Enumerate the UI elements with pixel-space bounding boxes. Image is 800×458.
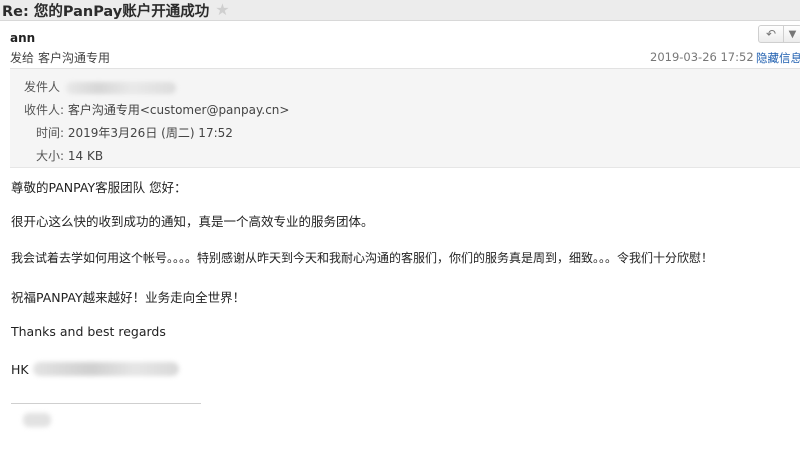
- to-label: 发给: [10, 51, 35, 65]
- body-paragraph-1: 很开心这么快的收到成功的通知，真是一个高效专业的服务团体。: [11, 214, 374, 229]
- email-date: 2019-03-26 17:52: [650, 50, 754, 64]
- sender-name[interactable]: ann: [10, 31, 35, 45]
- sender-header: ann 发给 客户沟通专用 ↶ ▼ 2019-03-26 17:52 隐藏信息: [0, 21, 800, 67]
- hide-info-link[interactable]: 隐藏信息: [756, 50, 800, 66]
- size-value: 14 KB: [67, 149, 104, 163]
- time-value: 2019年3月26日 (周二) 17:52: [67, 126, 233, 140]
- signature-divider: [11, 403, 201, 404]
- more-actions-button[interactable]: ▼: [784, 25, 800, 43]
- reply-icon: ↶: [765, 27, 777, 41]
- recipient-name[interactable]: 客户沟通专用: [38, 51, 110, 65]
- size-row: 大小: 14 KB: [36, 147, 103, 164]
- from-row: 发件人: [24, 78, 177, 95]
- time-label: 时间:: [36, 126, 65, 140]
- redacted-footer: [23, 413, 51, 427]
- time-row: 时间: 2019年3月26日 (周二) 17:52: [36, 124, 233, 141]
- chevron-down-icon: ▼: [788, 28, 797, 40]
- body-closing: Thanks and best regards: [11, 324, 166, 339]
- email-subject: Re: 您的PanPay账户开通成功: [2, 3, 210, 20]
- recipient-summary: 发给 客户沟通专用: [10, 49, 110, 66]
- to-detail-value[interactable]: 客户沟通专用<customer@panpay.cn>: [68, 103, 290, 117]
- reply-button[interactable]: ↶: [758, 25, 784, 43]
- subject-bar: Re: 您的PanPay账户开通成功 ★: [0, 0, 800, 21]
- size-label: 大小:: [36, 149, 65, 163]
- body-paragraph-3: 祝福PANPAY越来越好！业务走向全世界！: [11, 290, 246, 305]
- redacted-sender: [66, 81, 177, 94]
- from-label: 发件人: [24, 80, 61, 94]
- star-icon[interactable]: ★: [215, 2, 229, 18]
- to-row: 收件人: 客户沟通专用<customer@panpay.cn>: [24, 101, 289, 118]
- body-greeting: 尊敬的PANPAY客服团队 您好：: [11, 180, 187, 195]
- email-details-panel: 发件人 收件人: 客户沟通专用<customer@panpay.cn> 时间: …: [10, 68, 800, 168]
- redacted-signature: [33, 362, 179, 376]
- body-paragraph-2: 我会试着去学如何用这个帐号。。。。特别感谢从昨天到今天和我耐心沟通的客服们，你们…: [11, 251, 714, 265]
- to-detail-label: 收件人:: [24, 103, 65, 117]
- signature-prefix: HK: [11, 362, 29, 377]
